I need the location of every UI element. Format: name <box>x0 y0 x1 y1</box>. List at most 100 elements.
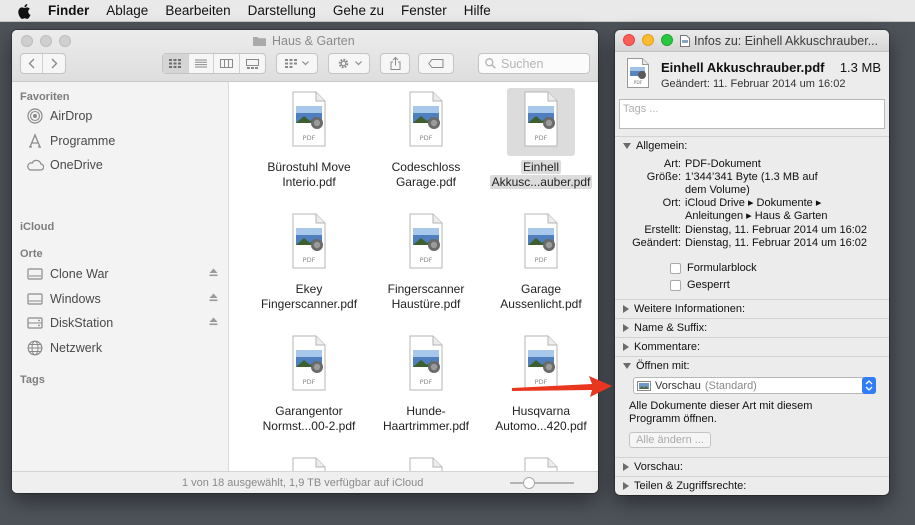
open-with-popup[interactable]: Vorschau (Standard) <box>633 377 876 394</box>
close-button[interactable] <box>623 34 635 46</box>
disclosure-triangle-icon <box>623 324 629 332</box>
zoom-button[interactable] <box>661 34 673 46</box>
value-kind: PDF-Dokument <box>685 158 761 170</box>
menu-hilfe[interactable]: Hilfe <box>464 3 491 18</box>
pdf-file-icon: PDF <box>392 88 460 156</box>
sidebar-item-label: Netzwerk <box>50 341 103 355</box>
value-created: Dienstag, 11. Februar 2014 um 16:02 <box>685 224 868 236</box>
close-button[interactable] <box>21 35 33 47</box>
file-item[interactable]: PDF Husqvarna Automo...420.pdf <box>481 332 598 434</box>
section-header-sharing[interactable]: Teilen & Zugriffsrechte: <box>623 480 746 492</box>
file-item[interactable]: PDF Fingerscanner Haustüre.pdf <box>366 210 486 312</box>
tags-button[interactable] <box>418 53 454 74</box>
up-down-chevron-icon <box>865 380 873 391</box>
group-by-button[interactable] <box>276 53 318 74</box>
file-grid: PDF Bürostuhl Move Interio.pdf PDF Codesc… <box>230 82 598 471</box>
file-item[interactable]: PDF Codeschloss Garage.pdf <box>366 88 486 190</box>
pdf-thumbnail: PDF <box>292 335 326 391</box>
section-header-open-with[interactable]: Öffnen mit: <box>623 360 690 372</box>
chevron-left-icon <box>28 58 35 69</box>
window-title: Infos zu: Einhell Akkuschrauber... <box>680 33 885 49</box>
sidebar-header-favorites: Favoriten <box>20 91 70 103</box>
menu-bar: Finder Ablage Bearbeiten Darstellung Geh… <box>0 0 915 22</box>
pdf-file-icon: PDF <box>392 332 460 400</box>
checkbox-box[interactable] <box>670 262 681 274</box>
section-header-preview[interactable]: Vorschau: <box>623 461 683 473</box>
forward-button[interactable] <box>43 54 65 73</box>
popup-stepper[interactable] <box>862 377 876 394</box>
zoom-button[interactable] <box>59 35 71 47</box>
gallery-view-button[interactable] <box>240 54 265 73</box>
section-header-comments[interactable]: Kommentare: <box>623 341 700 353</box>
file-name: Codeschloss Garage.pdf <box>391 160 461 189</box>
slider-knob[interactable] <box>522 477 535 489</box>
disclosure-triangle-icon <box>623 482 629 490</box>
sidebar-item-clone-war[interactable]: Clone War <box>26 264 222 284</box>
pdf-thumbnail: PDF <box>292 213 326 269</box>
sidebar-item-label: Clone War <box>50 267 109 281</box>
formular-checkbox[interactable]: Formularblock <box>670 262 757 274</box>
icon-grid-icon <box>169 59 182 68</box>
locked-checkbox[interactable]: Gesperrt <box>670 279 730 291</box>
section-sharing: Teilen & Zugriffsrechte: <box>615 476 889 495</box>
icon-size-slider[interactable] <box>510 477 574 489</box>
sidebar-item-programme[interactable]: Programme <box>26 131 222 151</box>
sidebar-item-airdrop[interactable]: AirDrop <box>26 106 222 126</box>
file-size: 1.3 MB <box>839 60 881 75</box>
apple-icon[interactable] <box>16 2 34 20</box>
menu-bearbeiten[interactable]: Bearbeiten <box>165 3 230 18</box>
menu-finder[interactable]: Finder <box>48 3 89 18</box>
menu-gehe-zu[interactable]: Gehe zu <box>333 3 384 18</box>
pdf-thumbnail: PDF <box>409 335 443 391</box>
sidebar-item-windows[interactable]: Windows <box>26 289 222 309</box>
file-item[interactable]: PDF <box>249 454 369 471</box>
file-item[interactable]: PDF <box>366 454 486 471</box>
section-header-more-info[interactable]: Weitere Informationen: <box>623 303 745 315</box>
file-item[interactable]: PDF Bürostuhl Move Interio.pdf <box>249 88 369 190</box>
eject-icon[interactable] <box>209 293 218 302</box>
pdf-thumbnail: PDF <box>292 91 326 147</box>
folder-icon <box>253 37 266 46</box>
pdf-file-icon: PDF <box>392 454 460 471</box>
share-button[interactable] <box>380 53 410 74</box>
file-item[interactable]: PDF Garangentor Normst...00-2.pdf <box>249 332 369 434</box>
file-item[interactable]: PDF Garage Aussenlicht.pdf <box>481 210 598 312</box>
svg-text:PDF: PDF <box>420 134 433 142</box>
file-item[interactable]: PDF Hunde- Haartrimmer.pdf <box>366 332 486 434</box>
pdf-file-icon: PDF <box>275 210 343 278</box>
change-all-button[interactable]: Alle ändern ... <box>629 432 711 448</box>
file-name: Garangentor Normst...00-2.pdf <box>262 404 356 433</box>
menu-fenster[interactable]: Fenster <box>401 3 447 18</box>
disclosure-triangle-icon <box>623 463 629 471</box>
eject-icon[interactable] <box>209 317 218 326</box>
checkbox-box[interactable] <box>670 279 681 291</box>
file-item[interactable]: PDF Ekey Fingerscanner.pdf <box>249 210 369 312</box>
menu-darstellung[interactable]: Darstellung <box>248 3 316 18</box>
icon-view-button[interactable] <box>163 54 189 73</box>
back-button[interactable] <box>21 54 44 73</box>
preview-app-icon <box>637 380 651 391</box>
section-header-general[interactable]: Allgemein: <box>623 140 687 152</box>
file-item-selected[interactable]: PDF Einhell Akkusc...auber.pdf <box>481 88 598 190</box>
sidebar-item-label: OneDrive <box>50 158 103 172</box>
applications-icon <box>29 133 41 148</box>
tags-input[interactable]: Tags ... <box>619 99 885 129</box>
label-created: Erstellt: <box>644 224 681 236</box>
list-view-button[interactable] <box>189 54 214 73</box>
sidebar-item-netzwerk[interactable]: Netzwerk <box>26 338 222 358</box>
eject-icon[interactable] <box>209 268 218 277</box>
minimize-button[interactable] <box>40 35 52 47</box>
file-item[interactable]: PDF <box>481 454 598 471</box>
menu-ablage[interactable]: Ablage <box>106 3 148 18</box>
column-view-button[interactable] <box>214 54 240 73</box>
pdf-thumbnail: PDF <box>409 457 443 471</box>
sidebar-item-diskstation[interactable]: DiskStation <box>26 313 222 333</box>
file-name: Ekey Fingerscanner.pdf <box>260 282 358 311</box>
sidebar-item-onedrive[interactable]: OneDrive <box>26 155 222 175</box>
chevron-down-icon <box>302 61 309 66</box>
section-header-name-extension[interactable]: Name & Suffix: <box>623 322 707 334</box>
minimize-button[interactable] <box>642 34 654 46</box>
section-name-extension: Name & Suffix: <box>615 318 889 337</box>
action-button[interactable] <box>328 53 370 74</box>
search-input[interactable]: Suchen <box>478 53 590 74</box>
